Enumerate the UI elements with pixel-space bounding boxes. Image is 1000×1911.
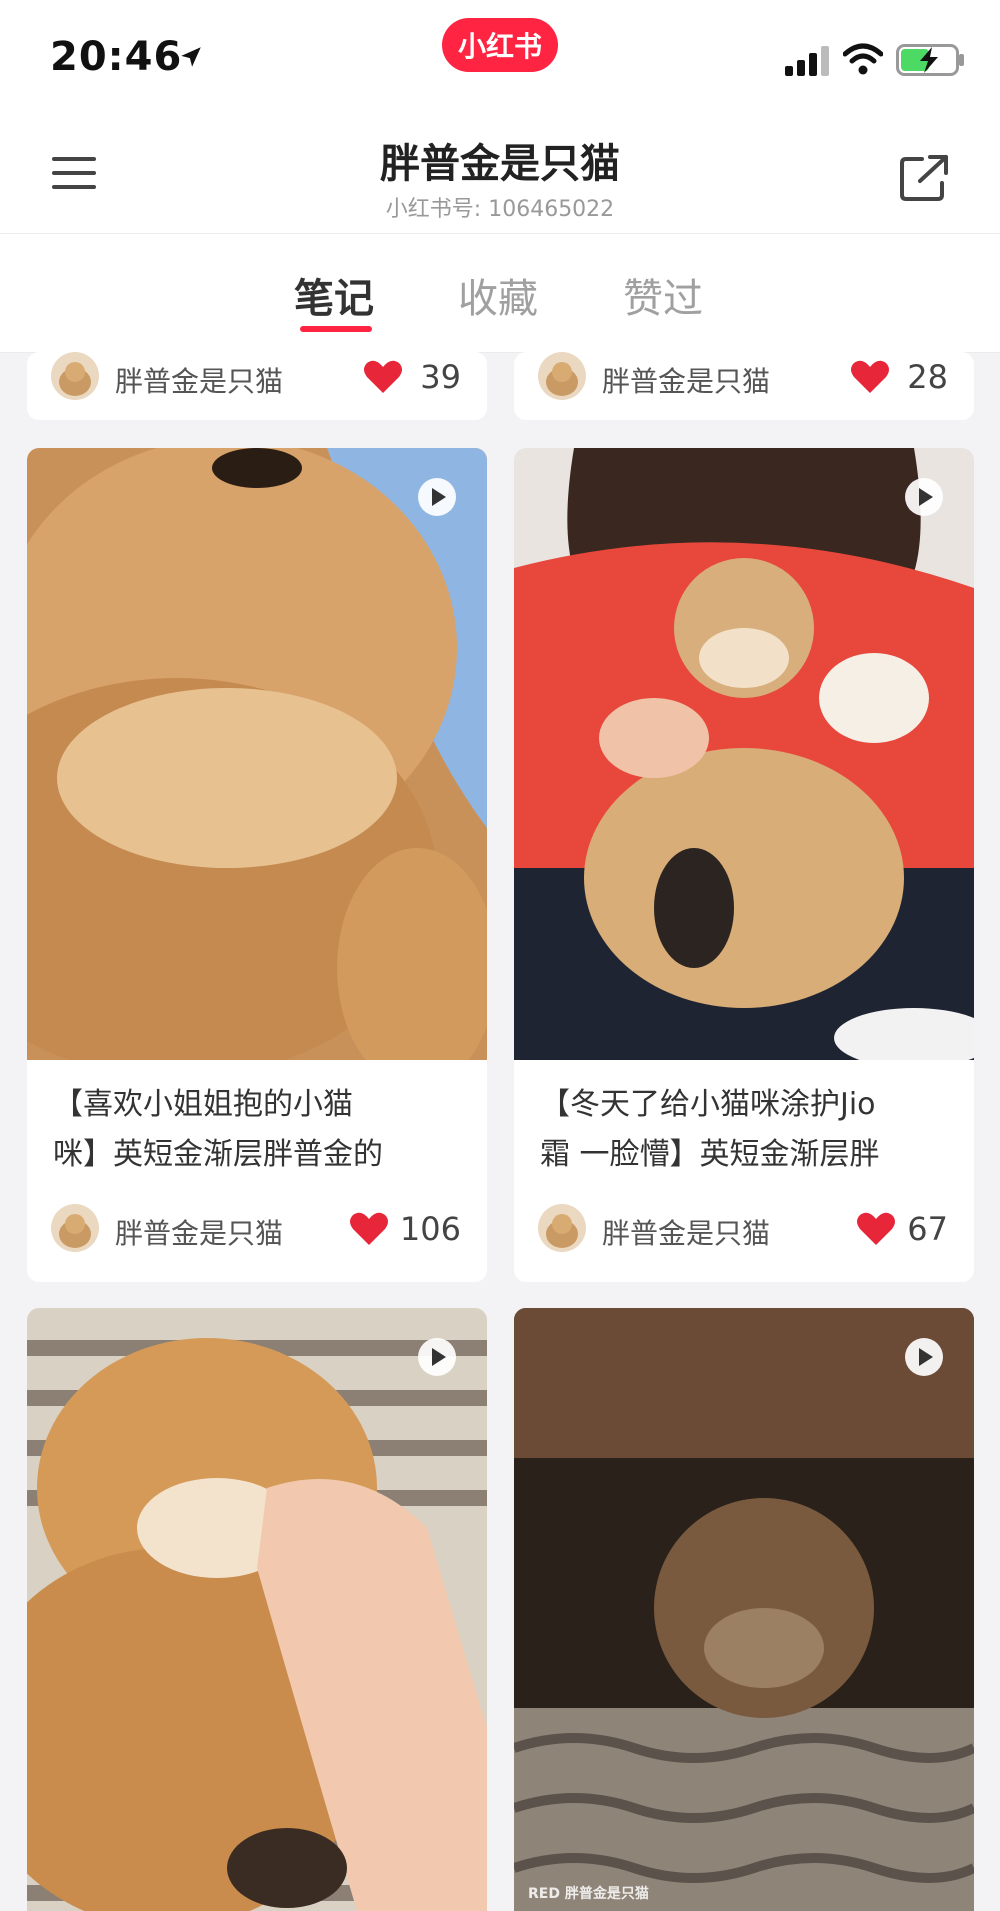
note-cover-image[interactable] bbox=[514, 1308, 974, 1911]
author-name[interactable]: 胖普金是只猫 bbox=[602, 360, 770, 400]
location-arrow-icon bbox=[181, 47, 201, 67]
wifi-icon bbox=[843, 43, 883, 75]
author-name[interactable]: 胖普金是只猫 bbox=[115, 1212, 283, 1252]
author-name[interactable]: 胖普金是只猫 bbox=[602, 1212, 770, 1252]
note-cover-image[interactable] bbox=[514, 448, 974, 1060]
like-count: 39 bbox=[420, 358, 461, 396]
note-card[interactable]: 胖普金是只猫 28 bbox=[514, 352, 974, 420]
note-title-line: 咪】英短金渐层胖普金的 bbox=[53, 1137, 383, 1172]
heart-icon[interactable] bbox=[363, 359, 403, 395]
note-card-footer: 胖普金是只猫 67 bbox=[538, 1204, 948, 1256]
status-time: 20:46 bbox=[50, 34, 183, 80]
status-bar: 20:46 小红书 bbox=[0, 0, 1000, 115]
cellular-signal-icon bbox=[785, 46, 829, 76]
video-play-icon bbox=[905, 478, 943, 516]
author-avatar[interactable] bbox=[538, 352, 586, 400]
note-card[interactable]: 胖普金是只猫 39 bbox=[27, 352, 487, 420]
video-play-icon bbox=[905, 1338, 943, 1376]
note-card-footer: 胖普金是只猫 28 bbox=[538, 352, 948, 404]
note-card-footer: 胖普金是只猫 39 bbox=[51, 352, 461, 404]
note-title-line: 【冬天了给小猫咪涂护Jio bbox=[540, 1087, 876, 1122]
profile-tabs: 笔记 收藏 赞过 bbox=[0, 233, 1000, 353]
heart-icon[interactable] bbox=[349, 1211, 389, 1247]
battery-charging-icon bbox=[896, 44, 964, 76]
note-card[interactable]: 【喜欢小姐姐抱的小猫 咪】英短金渐层胖普金的 胖普金是只猫 106 bbox=[27, 448, 487, 1282]
profile-header: 胖普金是只猫 小红书号: 106465022 bbox=[0, 115, 1000, 233]
app-logo: 小红书 bbox=[442, 18, 558, 72]
note-title-line: 霜 一脸懵】英短金渐层胖 bbox=[540, 1137, 880, 1172]
note-card[interactable]: 【冬天了给小猫咪涂护Jio 霜 一脸懵】英短金渐层胖 胖普金是只猫 67 bbox=[514, 448, 974, 1282]
author-avatar[interactable] bbox=[51, 352, 99, 400]
active-tab-indicator bbox=[300, 326, 372, 332]
tab-liked[interactable]: 赞过 bbox=[623, 266, 703, 324]
note-card[interactable] bbox=[27, 1308, 487, 1911]
like-count: 106 bbox=[399, 1210, 461, 1248]
video-play-icon bbox=[418, 478, 456, 516]
heart-icon[interactable] bbox=[856, 1211, 896, 1247]
video-play-icon bbox=[418, 1338, 456, 1376]
like-count: 67 bbox=[907, 1210, 948, 1248]
author-avatar[interactable] bbox=[538, 1204, 586, 1252]
heart-icon[interactable] bbox=[850, 359, 890, 395]
note-card-footer: 胖普金是只猫 106 bbox=[51, 1204, 461, 1256]
tab-notes[interactable]: 笔记 bbox=[294, 266, 374, 324]
note-cover-image[interactable] bbox=[27, 1308, 487, 1911]
image-watermark: RED 胖普金是只猫 bbox=[528, 1886, 649, 1902]
author-avatar[interactable] bbox=[51, 1204, 99, 1252]
note-cover-image[interactable] bbox=[27, 448, 487, 1060]
note-card[interactable]: RED 胖普金是只猫 bbox=[514, 1308, 974, 1911]
author-name[interactable]: 胖普金是只猫 bbox=[115, 360, 283, 400]
profile-name: 胖普金是只猫 bbox=[380, 141, 620, 187]
share-icon[interactable] bbox=[898, 153, 952, 203]
like-count: 28 bbox=[907, 358, 948, 396]
tab-collections[interactable]: 收藏 bbox=[458, 266, 538, 324]
note-title-line: 【喜欢小姐姐抱的小猫 bbox=[53, 1087, 353, 1122]
profile-id: 小红书号: 106465022 bbox=[385, 197, 615, 222]
